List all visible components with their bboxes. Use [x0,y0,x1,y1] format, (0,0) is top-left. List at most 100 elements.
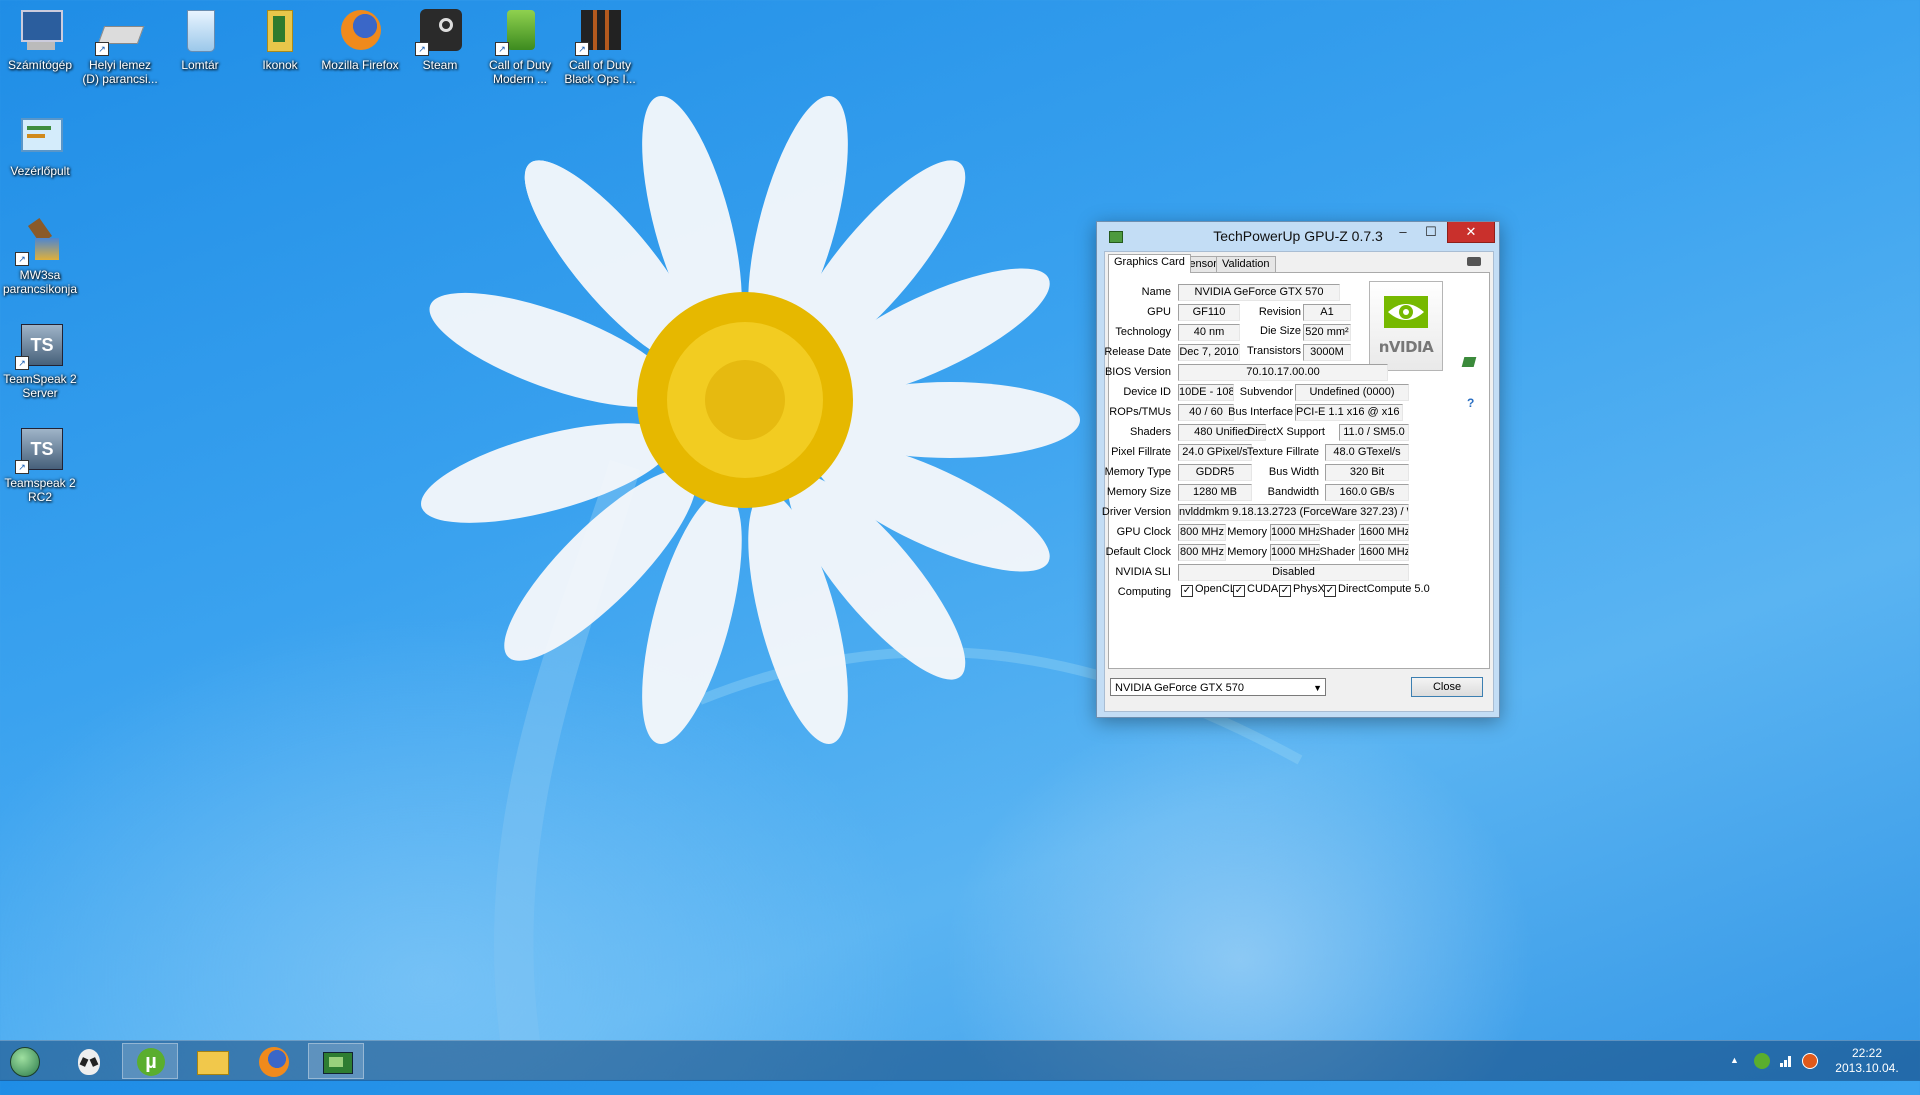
shortcut-arrow-icon: ↗ [495,42,509,56]
desktop-icon-local-disk[interactable]: ↗ Helyi lemez (D) parancsi... [80,0,160,86]
recycle-bin-icon [175,6,225,56]
gpuz-icon [323,1052,353,1074]
wallpaper-daisy [421,96,1303,1040]
field-default-shader-clock: 1600 MHz [1359,544,1409,561]
checkbox-check-icon: ✓ [1324,585,1336,597]
start-button[interactable] [0,1043,56,1079]
label-gpu-clock: GPU Clock [1116,526,1171,538]
desktop-icon-firefox[interactable]: Mozilla Firefox [320,0,400,72]
checkbox-check-icon: ✓ [1279,585,1291,597]
desktop-icon-cod-modern-warfare[interactable]: ↗ Call of Duty Modern ... [480,0,560,86]
shortcut-arrow-icon: ↗ [15,460,29,474]
label-texture-fillrate: Texture Fillrate [1246,446,1319,458]
tray-show-hidden-icons[interactable]: ▲ [1730,1055,1739,1095]
utorrent-icon: µ [137,1048,165,1076]
desktop-icon-teamspeak-rc2[interactable]: TS ↗ Teamspeak 2 RC2 [0,418,80,504]
label-transistors: Transistors [1247,345,1301,357]
label-subvendor: Subvendor [1239,386,1293,398]
window-close-button[interactable]: ✕ [1447,222,1495,243]
field-nvidia-sli: Disabled [1178,564,1409,581]
label-driver-version: Driver Version [1101,506,1171,518]
taskbar-app-alienware[interactable] [62,1043,118,1079]
tab-validation[interactable]: Validation [1216,256,1276,272]
desktop-icon-label: Call of Duty Modern ... [488,58,552,86]
minimize-button[interactable]: – [1389,222,1417,242]
desktop-icon-cod-black-ops[interactable]: ↗ Call of Duty Black Ops I... [560,0,640,86]
start-orb-icon [10,1047,40,1077]
taskbar-app-file-explorer[interactable] [184,1043,240,1079]
checkbox-opencl[interactable]: ✓ OpenCL [1181,583,1236,597]
shortcut-arrow-icon: ↗ [95,42,109,56]
steam-icon: ↗ [415,6,465,56]
firefox-icon [259,1047,289,1077]
label-memory-type: Memory Type [1104,466,1171,478]
shortcut-arrow-icon: ↗ [15,252,29,266]
bus-interface-help-icon[interactable]: ? [1467,396,1474,410]
taskbar-clock[interactable]: 22:22 2013.10.04. [1822,1046,1912,1076]
checkbox-label: OpenCL [1195,583,1236,595]
shortcut-arrow-icon: ↗ [575,42,589,56]
field-name: NVIDIA GeForce GTX 570 [1178,284,1340,301]
checkbox-cuda[interactable]: ✓ CUDA [1233,583,1278,597]
field-gpu-memory-clock: 1000 MHz [1270,524,1320,541]
desktop-icon-recycle-bin[interactable]: Lomtár [160,0,240,72]
label-bios-version: BIOS Version [1104,366,1171,378]
field-release-date: Dec 7, 2010 [1178,344,1240,361]
checkbox-physx[interactable]: ✓ PhysX [1279,583,1325,597]
desktop-icon-computer[interactable]: Számítógép [0,0,80,72]
checkbox-check-icon: ✓ [1181,585,1193,597]
desktop-icon-label: TeamSpeak 2 Server [3,372,77,400]
tab-graphics-card[interactable]: Graphics Card [1108,254,1191,273]
label-bandwidth: Bandwidth [1267,486,1319,498]
field-memory-size: 1280 MB [1178,484,1252,501]
nvidia-eye-icon [1384,296,1428,328]
desktop-icon-teamspeak-server[interactable]: TS ↗ TeamSpeak 2 Server [0,314,80,400]
label-bus-interface: Bus Interface [1228,406,1293,418]
tray-volume-icon[interactable] [1802,1053,1818,1069]
nvidia-logo[interactable]: nVIDIA [1369,281,1443,371]
field-gpu-clock: 800 MHz [1178,524,1226,541]
desktop-icon-label: Call of Duty Black Ops I... [564,58,636,86]
desktop-icon-label: Lomtár [181,58,219,72]
desktop-icon-control-panel[interactable]: Vezérlőpult [0,106,80,178]
close-button[interactable]: Close [1411,677,1483,697]
window-client-area: Graphics Card Sensors Validation Name NV… [1101,251,1494,712]
maximize-button[interactable]: ☐ [1417,222,1445,242]
teamspeak-icon: TS ↗ [15,320,65,370]
field-revision: A1 [1303,304,1351,321]
bios-save-icon[interactable] [1461,357,1477,367]
label-name: Name [1141,286,1171,298]
taskbar-app-gpuz[interactable] [308,1043,364,1079]
gpuz-window[interactable]: TechPowerUp GPU-Z 0.7.3 – ☐ ✕ Graphics C… [1096,221,1500,718]
folder-icon [197,1051,229,1075]
field-default-clock: 800 MHz [1178,544,1226,561]
gpu-select-dropdown[interactable]: NVIDIA GeForce GTX 570 ▼ [1110,678,1326,696]
taskbar-app-firefox[interactable] [246,1043,302,1079]
shortcut-arrow-icon: ↗ [415,42,429,56]
firefox-icon [335,6,385,56]
label-gpu-shader: Shader [1319,526,1355,538]
tray-utorrent-icon[interactable] [1754,1053,1770,1069]
desktop-icon-steam[interactable]: ↗ Steam [400,0,480,72]
camera-icon[interactable] [1467,257,1481,266]
label-technology: Technology [1115,326,1171,338]
label-gpu: GPU [1147,306,1171,318]
folder-icon [255,6,305,56]
window-titlebar[interactable]: TechPowerUp GPU-Z 0.7.3 – ☐ ✕ [1097,222,1499,250]
desktop-icon-folder-ikonok[interactable]: Ikonok [240,0,320,72]
shortcut-arrow-icon: ↗ [15,356,29,370]
tray-network-icon[interactable] [1778,1053,1794,1069]
desktop-icon-mw3sa[interactable]: ↗ MW3sa parancsikonja [0,210,80,296]
field-technology: 40 nm [1178,324,1240,341]
label-computing: Computing [1117,586,1171,598]
desktop-icon-label: Ikonok [262,58,298,72]
checkbox-directcompute[interactable]: ✓ DirectCompute 5.0 [1324,583,1430,597]
label-device-id: Device ID [1123,386,1171,398]
taskbar-app-utorrent[interactable]: µ [122,1043,178,1079]
hard-drive-icon: ↗ [95,6,145,56]
label-rops-tmus: ROPs/TMUs [1109,406,1171,418]
checkbox-check-icon: ✓ [1233,585,1245,597]
field-gpu: GF110 [1178,304,1240,321]
field-gpu-shader-clock: 1600 MHz [1359,524,1409,541]
field-bus-width: 320 Bit [1325,464,1409,481]
